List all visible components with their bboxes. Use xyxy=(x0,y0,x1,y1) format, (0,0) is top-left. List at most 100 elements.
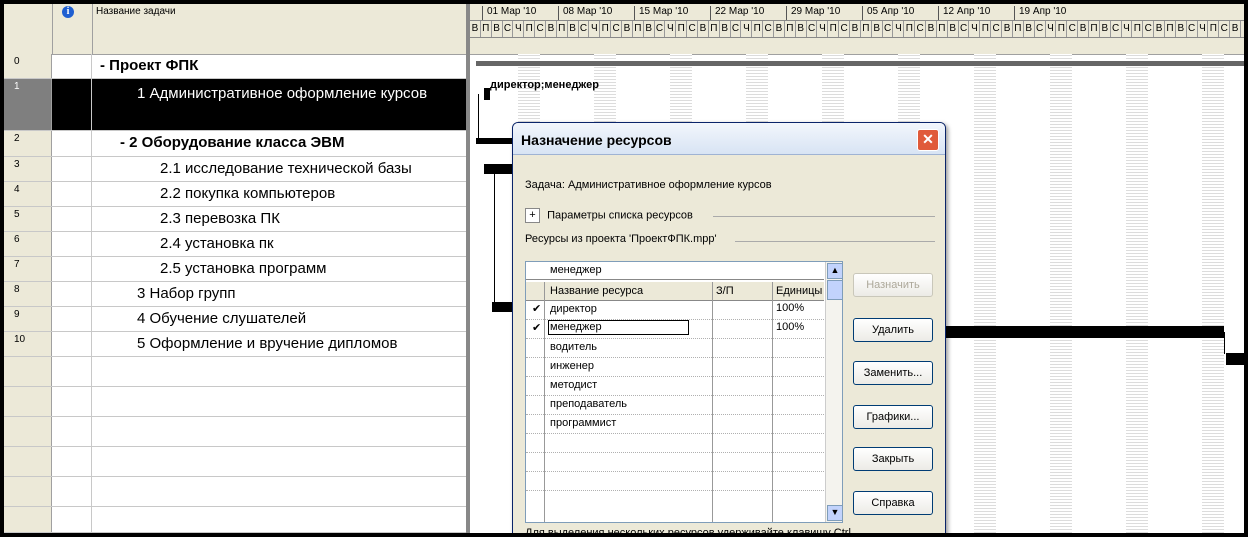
task-name: 1 Административное оформление курсов xyxy=(92,79,466,130)
day-letter: В xyxy=(492,21,503,37)
assign-button[interactable]: Назначить xyxy=(853,273,933,297)
day-letter: П xyxy=(1056,21,1068,37)
day-letter: С xyxy=(763,21,775,37)
task-row[interactable]: 4 2.2 покупка компьютеров xyxy=(4,182,466,207)
empty-row[interactable] xyxy=(4,507,466,533)
resources-grid[interactable]: менеджер Название ресурса З/П Единицы ✔ … xyxy=(525,261,843,523)
day-letter: В xyxy=(1024,21,1035,37)
resource-row[interactable]: методист xyxy=(526,376,824,396)
column-header-resource-name[interactable]: Название ресурса xyxy=(550,285,643,297)
task-row-selected[interactable]: 1 1 Административное оформление курсов xyxy=(4,79,466,131)
resource-row[interactable]: программист xyxy=(526,414,824,434)
resource-row[interactable] xyxy=(526,452,824,472)
day-letter: С xyxy=(1187,21,1198,37)
task-name-column-header[interactable]: Название задачи xyxy=(92,4,466,54)
expand-plus-icon[interactable]: + xyxy=(525,208,540,223)
day-letter: С xyxy=(731,21,742,37)
empty-row[interactable] xyxy=(4,387,466,417)
day-letter: В xyxy=(1154,21,1165,37)
row-number: 2 xyxy=(4,131,52,156)
day-letter: В xyxy=(1078,21,1089,37)
day-letter: В xyxy=(1230,21,1241,37)
row-number-header[interactable] xyxy=(4,4,53,54)
resources-from-label: Ресурсы из проекта 'ПроектФПК.mpp' xyxy=(525,233,717,245)
resource-entry-cell[interactable]: менеджер xyxy=(526,262,824,280)
resource-row[interactable]: ✔ директор 100% xyxy=(526,300,824,320)
scroll-thumb[interactable] xyxy=(827,280,843,300)
row-indicator xyxy=(52,307,92,331)
task-bar[interactable] xyxy=(1226,353,1244,365)
day-letter: В xyxy=(644,21,655,37)
row-number xyxy=(4,447,52,476)
day-letter: П xyxy=(785,21,796,37)
task-row[interactable]: 8 3 Набор групп xyxy=(4,282,466,307)
day-letter: П xyxy=(600,21,612,37)
day-letter: С xyxy=(915,21,927,37)
resource-row-selected[interactable]: ✔ менеджер 100% xyxy=(526,319,824,339)
empty-row[interactable] xyxy=(4,357,466,387)
day-letter: П xyxy=(1208,21,1220,37)
day-letter: Ч xyxy=(894,21,905,37)
task-row[interactable]: 6 2.4 установка пк xyxy=(4,232,466,257)
task-name: 2.1 исследование технической базы xyxy=(160,160,412,177)
task-name: 2.5 установка программ xyxy=(160,260,327,277)
day-letter: В xyxy=(872,21,883,37)
day-letter: П xyxy=(861,21,872,37)
row-indicator xyxy=(52,182,92,206)
day-letter: Ч xyxy=(1198,21,1209,37)
remove-button[interactable]: Удалить xyxy=(853,318,933,342)
day-letter: П xyxy=(481,21,492,37)
indicators-column-header[interactable]: i xyxy=(52,4,93,54)
empty-row[interactable] xyxy=(4,477,466,507)
dependency-link xyxy=(478,94,479,144)
day-letter: С xyxy=(655,21,666,37)
day-letter: С xyxy=(883,21,894,37)
day-letter: П xyxy=(752,21,764,37)
help-button[interactable]: Справка xyxy=(853,491,933,515)
dialog-title-bar[interactable]: Назначение ресурсов ✕ xyxy=(513,123,945,155)
replace-button[interactable]: Заменить... xyxy=(853,361,933,385)
task-row[interactable]: 3 2.1 исследование технической базы xyxy=(4,157,466,182)
row-number: 8 xyxy=(4,282,52,306)
row-indicator xyxy=(52,207,92,231)
task-name: - Проект ФПК xyxy=(100,57,199,74)
day-letter: В xyxy=(948,21,959,37)
day-letter: П xyxy=(557,21,568,37)
column-header-rp[interactable]: З/П xyxy=(716,285,734,297)
resource-row[interactable]: водитель xyxy=(526,338,824,358)
row-number: 9 xyxy=(4,307,52,331)
grid-vertical-scrollbar[interactable]: ▲ ▼ xyxy=(825,262,843,522)
empty-row[interactable] xyxy=(4,417,466,447)
resource-row[interactable] xyxy=(526,433,824,453)
day-letter: С xyxy=(1143,21,1155,37)
day-letter: В xyxy=(796,21,807,37)
resource-row[interactable]: преподаватель xyxy=(526,395,824,415)
task-row[interactable]: 0 - Проект ФПК xyxy=(4,54,466,79)
task-row[interactable]: 10 5 Оформление и вручение дипломов xyxy=(4,332,466,357)
task-row[interactable]: 2 - 2 Оборудование класса ЭВМ xyxy=(4,131,466,157)
close-button[interactable]: Закрыть xyxy=(853,447,933,471)
day-letter: В xyxy=(1002,21,1013,37)
column-header-units[interactable]: Единицы xyxy=(776,285,822,297)
graphs-button[interactable]: Графики... xyxy=(853,405,933,429)
day-letter: Ч xyxy=(970,21,981,37)
day-letter: С xyxy=(1067,21,1079,37)
row-indicator xyxy=(52,282,92,306)
task-row[interactable]: 5 2.3 перевозка ПК xyxy=(4,207,466,232)
project-summary-bar[interactable] xyxy=(476,61,1244,66)
assign-resources-dialog: Назначение ресурсов ✕ Задача: Администра… xyxy=(512,122,946,533)
day-letter: В xyxy=(546,21,557,37)
scroll-up-icon[interactable]: ▲ xyxy=(827,263,843,279)
resource-units: 100% xyxy=(776,321,805,333)
task-bar[interactable] xyxy=(944,326,1224,338)
day-letter: П xyxy=(828,21,840,37)
close-icon[interactable]: ✕ xyxy=(917,129,939,151)
task-label: Задача: Административное оформление курс… xyxy=(525,179,772,191)
resource-row[interactable]: инженер xyxy=(526,357,824,377)
task-row[interactable]: 7 2.5 установка программ xyxy=(4,257,466,282)
task-row[interactable]: 9 4 Обучение слушателей xyxy=(4,307,466,332)
resource-row[interactable] xyxy=(526,471,824,491)
day-letter: Ч xyxy=(1046,21,1057,37)
scroll-down-icon[interactable]: ▼ xyxy=(827,505,843,521)
empty-row[interactable] xyxy=(4,447,466,477)
